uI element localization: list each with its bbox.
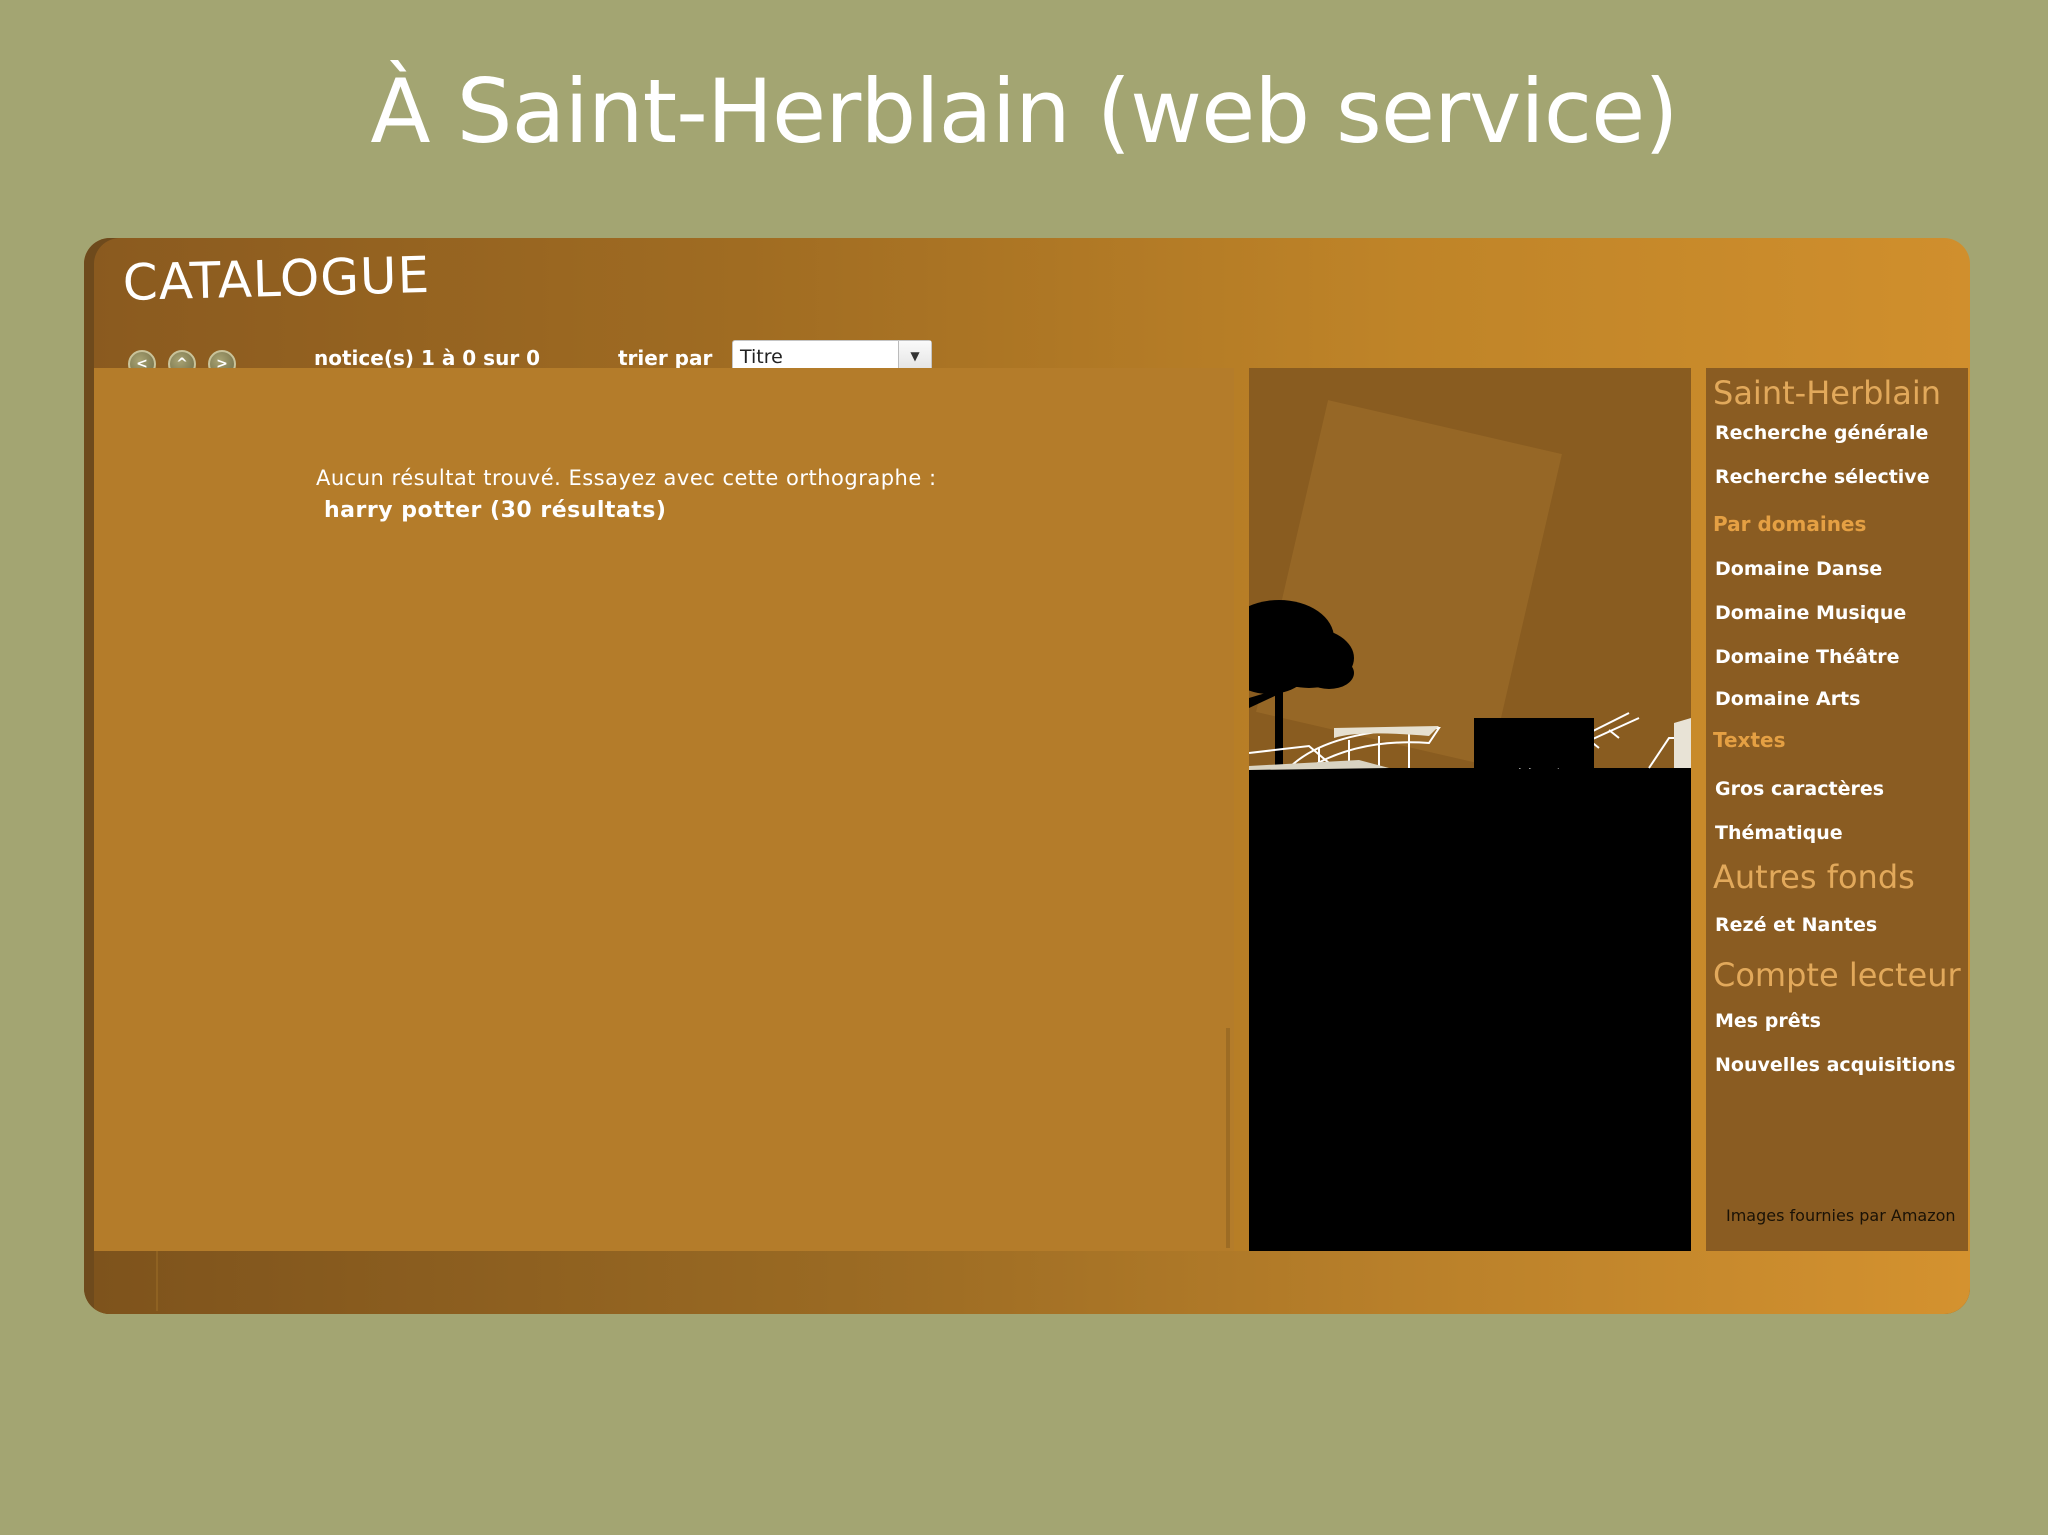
notice-count: notice(s) 1 à 0 sur 0: [314, 346, 541, 370]
footer-divider: [156, 1251, 158, 1311]
sort-select-value: Titre: [740, 346, 783, 368]
skyline-image: [1249, 600, 1691, 1251]
sidebar-item-gros-caracteres[interactable]: Gros caractères: [1715, 778, 1884, 800]
decorative-image: [1249, 368, 1691, 1251]
sidebar: Saint-Herblain Recherche générale Recher…: [1706, 368, 1968, 1251]
slide-title: À Saint-Herblain (web service): [370, 60, 1678, 163]
sidebar-item-recherche-generale[interactable]: Recherche générale: [1715, 422, 1928, 444]
footer-bar: [94, 1251, 1970, 1314]
sidebar-item-domaine-musique[interactable]: Domaine Musique: [1715, 602, 1906, 624]
results-area: Aucun résultat trouvé. Essayez avec cett…: [94, 368, 1234, 1251]
catalogue-window: CATALOGUE < ^ > notice(s) 1 à 0 sur 0 tr…: [84, 238, 1970, 1314]
scrollbar-track[interactable]: [1226, 1028, 1230, 1248]
image-credit: Images fournies par Amazon: [1726, 1206, 1956, 1225]
sidebar-item-nouvelles-acquisitions[interactable]: Nouvelles acquisitions: [1715, 1054, 1956, 1076]
sidebar-item-reze-nantes[interactable]: Rezé et Nantes: [1715, 914, 1877, 936]
sidebar-heading-saint-herblain: Saint-Herblain: [1713, 374, 1942, 412]
sidebar-item-recherche-selective[interactable]: Recherche sélective: [1715, 466, 1930, 488]
sidebar-item-domaine-arts[interactable]: Domaine Arts: [1715, 688, 1860, 710]
sidebar-heading-compte-lecteur: Compte lecteur: [1713, 956, 1961, 994]
sidebar-heading-textes: Textes: [1713, 728, 1786, 752]
sidebar-item-thematique[interactable]: Thématique: [1715, 822, 1843, 844]
no-result-message: Aucun résultat trouvé. Essayez avec cett…: [316, 466, 937, 490]
catalogue-title: CATALOGUE: [122, 245, 431, 312]
sidebar-item-mes-prets[interactable]: Mes prêts: [1715, 1010, 1821, 1032]
chevron-down-icon[interactable]: ▼: [898, 341, 931, 371]
sort-label: trier par: [618, 346, 713, 370]
spelling-suggestion-link[interactable]: harry potter (30 résultats): [324, 498, 666, 523]
sidebar-heading-par-domaines: Par domaines: [1713, 512, 1867, 536]
sidebar-item-domaine-danse[interactable]: Domaine Danse: [1715, 558, 1882, 580]
sidebar-item-domaine-theatre[interactable]: Domaine Théâtre: [1715, 646, 1900, 668]
sidebar-heading-autres-fonds: Autres fonds: [1713, 858, 1915, 896]
